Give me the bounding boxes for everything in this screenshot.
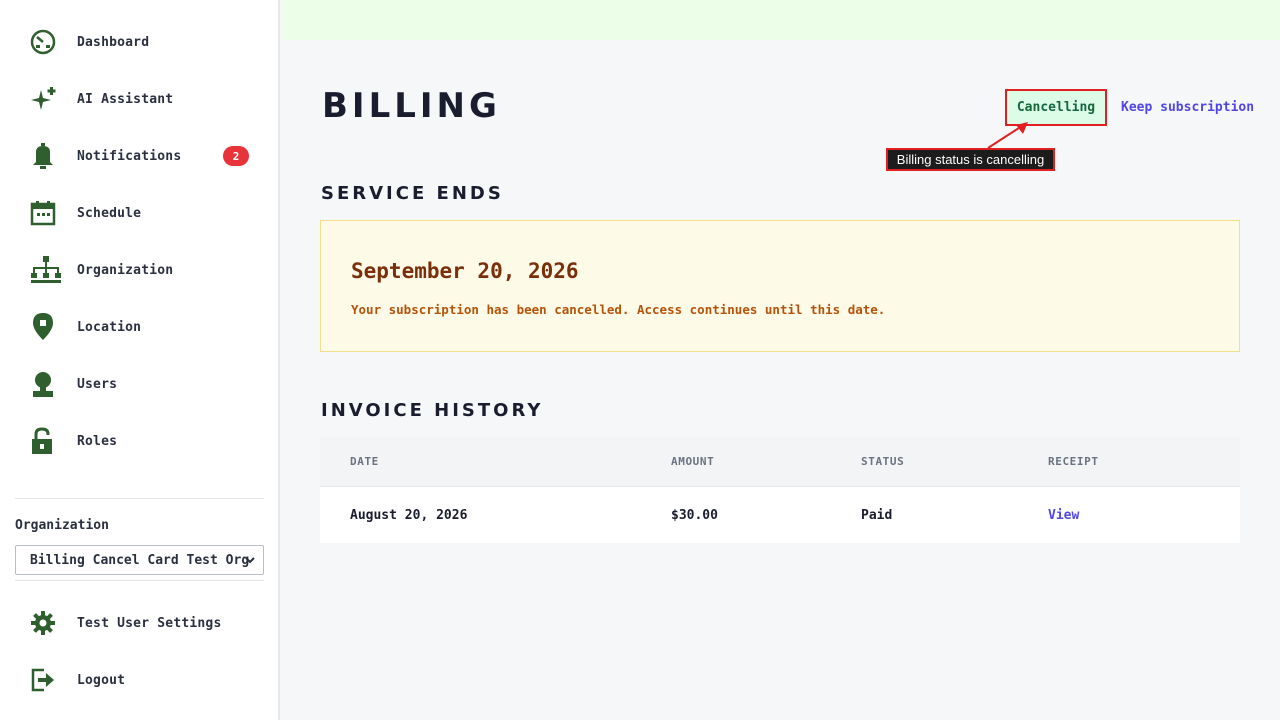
settings-button[interactable]: Test User Settings xyxy=(24,603,260,643)
sidebar-item-organization[interactable]: Organization xyxy=(24,250,260,290)
annotation-tooltip: Billing status is cancelling xyxy=(886,148,1055,171)
column-header-receipt: RECEIPT xyxy=(1048,455,1099,468)
column-header-amount: AMOUNT xyxy=(671,455,715,468)
sidebar-item-label: Users xyxy=(77,376,118,392)
settings-label: Test User Settings xyxy=(77,615,222,631)
invoice-table: DATE AMOUNT STATUS RECEIPT August 20, 20… xyxy=(320,437,1240,543)
service-end-notice: September 20, 2026 Your subscription has… xyxy=(320,220,1240,352)
invoice-date: August 20, 2026 xyxy=(350,508,468,523)
sidebar-item-label: Schedule xyxy=(77,205,142,221)
dashboard-icon xyxy=(24,27,68,57)
sidebar-item-roles[interactable]: Roles xyxy=(24,421,260,461)
table-row: August 20, 2026 $30.00 Paid View xyxy=(320,487,1240,543)
sidebar-divider xyxy=(15,580,264,581)
lock-icon xyxy=(24,426,68,456)
sidebar-item-partial[interactable] xyxy=(24,478,260,492)
page-title: BILLING xyxy=(322,86,501,126)
gear-icon xyxy=(24,608,68,638)
service-end-message: Your subscription has been cancelled. Ac… xyxy=(351,302,886,317)
sidebar-item-label: AI Assistant xyxy=(77,91,174,107)
sidebar-item-schedule[interactable]: Schedule xyxy=(24,193,260,233)
calendar-icon xyxy=(24,198,68,228)
org-chart-icon xyxy=(24,255,68,285)
column-header-date: DATE xyxy=(350,455,379,468)
sidebar-nav: Dashboard AI Assistant Notifications 2 S… xyxy=(0,0,278,492)
sidebar-item-users[interactable]: Users xyxy=(24,364,260,404)
chevron-down-icon xyxy=(243,553,257,571)
sparkle-icon xyxy=(24,84,68,114)
top-banner xyxy=(281,0,1280,40)
sidebar-item-location[interactable]: Location xyxy=(24,307,260,347)
sidebar: Dashboard AI Assistant Notifications 2 S… xyxy=(0,0,280,720)
organization-label: Organization xyxy=(15,518,109,533)
table-header: DATE AMOUNT STATUS RECEIPT xyxy=(320,437,1240,487)
bell-icon xyxy=(24,141,68,171)
organization-select[interactable]: Billing Cancel Card Test Org xyxy=(15,545,264,575)
notification-count-badge: 2 xyxy=(223,146,249,166)
logout-label: Logout xyxy=(77,672,126,688)
sidebar-item-label: Location xyxy=(77,319,142,335)
sidebar-item-label: Dashboard xyxy=(77,34,150,50)
service-ends-heading: SERVICE ENDS xyxy=(321,183,504,204)
column-header-status: STATUS xyxy=(861,455,905,468)
logout-icon xyxy=(24,665,68,695)
sidebar-item-notifications[interactable]: Notifications 2 xyxy=(24,136,260,176)
view-receipt-link[interactable]: View xyxy=(1048,508,1079,523)
map-pin-icon xyxy=(24,312,68,342)
sidebar-item-ai-assistant[interactable]: AI Assistant xyxy=(24,79,260,119)
logout-button[interactable]: Logout xyxy=(24,660,260,700)
invoice-status: Paid xyxy=(861,508,893,523)
service-end-date: September 20, 2026 xyxy=(351,259,579,283)
menu-icon xyxy=(24,483,68,492)
organization-select-value: Billing Cancel Card Test Org xyxy=(30,552,250,568)
user-icon xyxy=(24,369,68,399)
keep-subscription-link[interactable]: Keep subscription xyxy=(1121,100,1254,115)
invoice-amount: $30.00 xyxy=(671,508,718,523)
sidebar-item-dashboard[interactable]: Dashboard xyxy=(24,22,260,62)
sidebar-item-label: Organization xyxy=(77,262,174,278)
sidebar-item-label: Notifications xyxy=(77,148,182,164)
sidebar-item-label: Roles xyxy=(77,433,118,449)
invoice-history-heading: INVOICE HISTORY xyxy=(321,400,544,421)
sidebar-divider xyxy=(15,498,264,499)
